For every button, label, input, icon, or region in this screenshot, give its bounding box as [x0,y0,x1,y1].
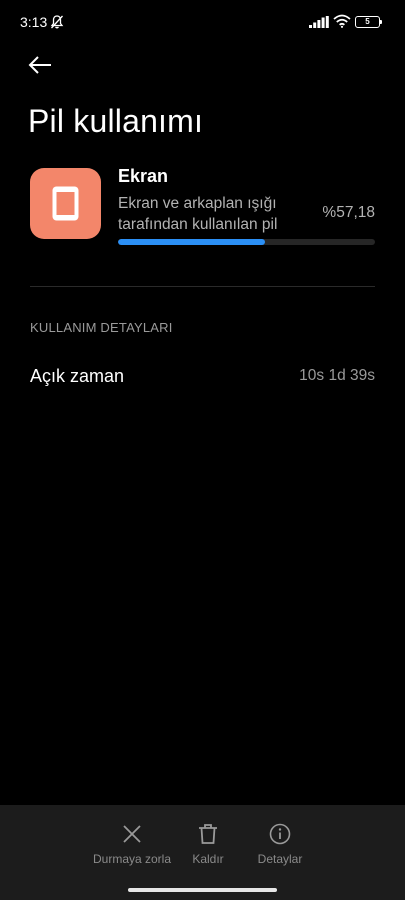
force-stop-button[interactable]: Durmaya zorla [90,822,174,866]
uninstall-button[interactable]: Kaldır [186,822,230,866]
divider [30,286,375,287]
usage-progress-fill [118,239,265,245]
info-icon [269,823,291,845]
status-bar: 3:13 5 [0,0,405,44]
detail-row-on-time: Açık zaman 10s 1d 39s [30,360,375,394]
status-time: 3:13 [20,14,48,30]
section-header-usage-details: KULLANIM DETAYLARI [30,320,173,335]
app-icon [30,168,101,239]
force-stop-label: Durmaya zorla [92,852,172,866]
details-button[interactable]: Detaylar [252,822,308,866]
details-label: Detaylar [257,852,303,866]
usage-progress-bar [118,239,375,245]
battery-level: 5 [365,17,370,26]
usage-percent: %57,18 [322,204,375,221]
battery-usage-screen: 3:13 5 Pil kullanımı Ekran Ekran ve arka… [0,0,405,900]
bell-muted-icon [50,15,64,29]
app-name: Ekran [118,166,169,186]
arrow-left-icon [28,56,51,74]
page-title: Pil kullanımı [28,103,204,139]
uninstall-label: Kaldır [192,852,224,866]
battery-icon: 5 [355,16,383,28]
detail-label: Açık zaman [30,366,125,386]
signal-icon [309,16,329,28]
bottom-action-bar: Durmaya zorla Kaldır Detaylar [0,805,405,900]
close-icon [123,825,141,843]
trash-icon [199,824,217,844]
gesture-navigation-bar[interactable] [128,888,277,892]
detail-value: 10s 1d 39s [299,367,375,384]
app-description: Ekran ve arkaplan ışığı tarafından kulla… [118,195,278,233]
back-button[interactable] [26,52,54,80]
wifi-icon [333,14,351,28]
tablet-icon [52,186,79,221]
